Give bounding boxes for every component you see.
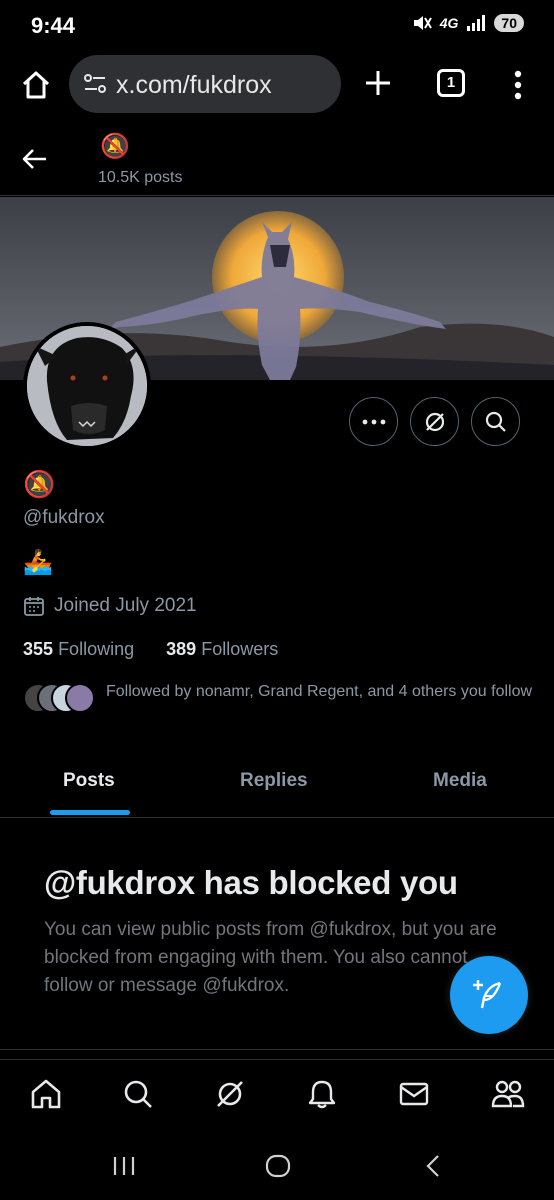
site-settings-icon[interactable] xyxy=(83,73,107,95)
bottom-navigation xyxy=(0,1059,554,1135)
followed-by-text[interactable]: Followed by nonamr, Grand Regent, and 4 … xyxy=(106,681,536,703)
status-time: 9:44 xyxy=(31,13,76,38)
join-date: Joined July 2021 xyxy=(54,595,197,616)
follow-counts: 355 Following 389 Followers xyxy=(23,639,278,660)
header-name: 🔕 xyxy=(100,133,130,160)
followers-link[interactable]: 389 Followers xyxy=(166,639,278,659)
profile-bio: 🚣 xyxy=(23,549,53,576)
grok-icon[interactable] xyxy=(214,1078,246,1110)
mute-icon xyxy=(413,16,432,30)
calendar-icon xyxy=(24,597,44,616)
search-icon xyxy=(485,411,506,432)
profile-tabs: Posts Replies Media xyxy=(0,746,554,818)
following-link[interactable]: 355 Following xyxy=(23,639,134,659)
grok-icon xyxy=(425,412,444,431)
active-tab-indicator xyxy=(50,810,130,815)
url-text: x.com/fukdrox xyxy=(116,71,272,99)
status-indicators: 4G 70 xyxy=(412,14,524,32)
back-arrow-icon[interactable] xyxy=(22,148,48,170)
system-navigation xyxy=(0,1135,554,1200)
followers-count: 389 xyxy=(166,639,197,659)
avatar-image xyxy=(27,326,147,446)
blocked-title: @fukdrox has blocked you xyxy=(44,864,458,901)
tab-switcher-button[interactable]: 1 xyxy=(437,69,465,97)
more-dots-icon xyxy=(362,419,385,424)
status-bar: 9:44 4G 70 xyxy=(0,0,554,52)
tab-replies[interactable]: Replies xyxy=(240,770,308,792)
profile-header: 🔕 10.5K posts xyxy=(0,118,554,196)
people-icon[interactable] xyxy=(491,1078,525,1110)
followers-label: Followers xyxy=(201,639,279,659)
more-options-button[interactable] xyxy=(349,397,398,446)
back-icon[interactable] xyxy=(425,1154,441,1178)
following-label: Following xyxy=(58,639,135,659)
compose-icon xyxy=(473,980,502,1009)
grok-button[interactable] xyxy=(410,397,459,446)
signal-icon xyxy=(467,15,486,31)
browser-menu-icon[interactable] xyxy=(512,69,524,101)
address-bar[interactable]: x.com/fukdrox xyxy=(69,55,341,113)
search-profile-button[interactable] xyxy=(471,397,520,446)
tab-posts[interactable]: Posts xyxy=(63,770,115,792)
home-icon[interactable] xyxy=(30,1078,62,1110)
display-name: 🔕 xyxy=(23,469,56,499)
mail-icon[interactable] xyxy=(398,1078,430,1110)
bell-icon[interactable] xyxy=(306,1078,338,1110)
follower-avatar xyxy=(65,683,95,713)
blocked-description: You can view public posts from @fukdrox,… xyxy=(44,919,497,996)
new-tab-icon[interactable] xyxy=(364,69,392,97)
browser-home-icon[interactable] xyxy=(20,69,52,101)
search-icon[interactable] xyxy=(122,1078,154,1110)
tab-media[interactable]: Media xyxy=(433,770,487,792)
header-post-count: 10.5K posts xyxy=(98,169,183,186)
home-button-icon[interactable] xyxy=(265,1154,291,1178)
compose-button[interactable] xyxy=(450,956,528,1034)
profile-handle: @fukdrox xyxy=(23,507,105,528)
following-count: 355 xyxy=(23,639,54,659)
profile-avatar[interactable] xyxy=(23,322,151,450)
network-indicator: 4G xyxy=(439,15,459,31)
browser-toolbar: x.com/fukdrox 1 xyxy=(0,52,554,118)
recent-apps-icon[interactable] xyxy=(112,1155,136,1177)
battery-indicator: 70 xyxy=(494,14,524,32)
content-divider xyxy=(0,1049,554,1050)
